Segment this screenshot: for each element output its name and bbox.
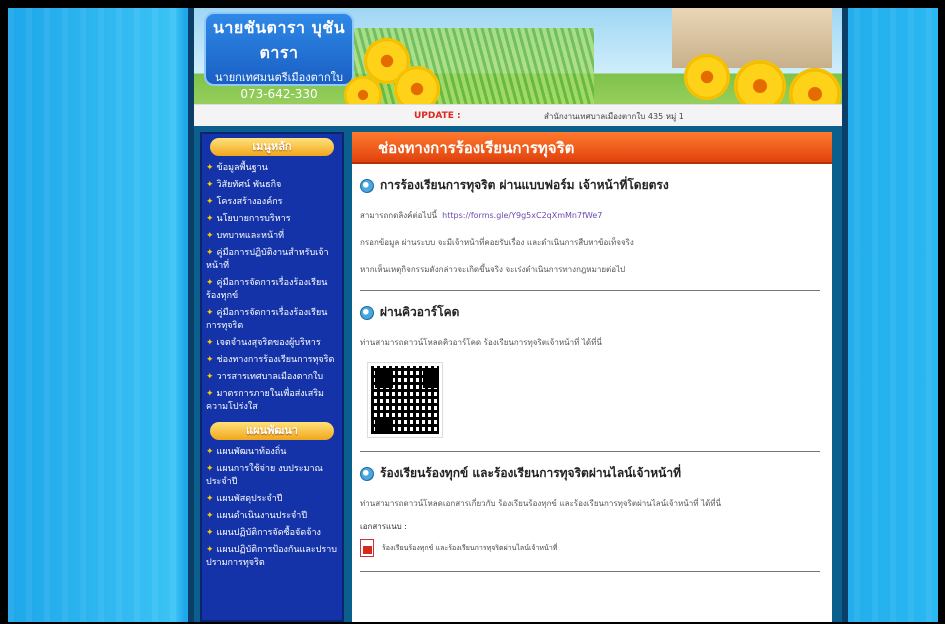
site-container: นายชันตารา บุชันตารา นายกเทศมนตรีเมืองตา…: [188, 8, 848, 622]
sidebar-item-label: แผนปฏิบัติการจัดซื้อจัดจ้าง: [216, 528, 321, 538]
star-bullet-icon: ✦: [206, 338, 214, 348]
sidebar-item-label: ข้อมูลพื้นฐาน: [216, 163, 268, 173]
paragraph: ท่านสามารถดาวน์โหลดเอกสารเกี่ยวกับ ร้องเ…: [360, 499, 722, 508]
qr-code-image[interactable]: [367, 362, 443, 438]
paragraph: สามารถกดลิงค์ต่อไปนี้ https://forms.gle/…: [360, 209, 820, 222]
sidebar-item-label: แผนปฏิบัติการป้องกันและปราบปรามการทุจริต: [206, 545, 338, 568]
main-menu-title: เมนูหลัก: [210, 138, 334, 156]
sidebar-item-policy[interactable]: ✦ นโยบายการบริหาร: [206, 211, 340, 228]
sidebar-item-roles[interactable]: ✦ บทบาทและหน้าที่: [206, 228, 340, 245]
paragraph: ท่านสามารถดาวน์โหลดคิวอาร์โคด ร้องเรียนก…: [360, 338, 602, 347]
sidebar-item-integrity[interactable]: ✦ เจตจำนงสุจริตของผู้บริหาร: [206, 335, 340, 352]
sidebar-item-budget-plan[interactable]: ✦ แผนการใช้จ่าย งบประมาณประจำปี: [206, 461, 340, 491]
star-bullet-icon: ✦: [206, 214, 214, 224]
paragraph: กรอกข้อมูล ผ่านระบบ จะมีเจ้าหน้าที่คอยรั…: [360, 238, 634, 247]
star-bullet-icon: ✦: [206, 231, 214, 241]
plan-menu-list: ✦ แผนพัฒนาท้องถิ่น ✦ แผนการใช้จ่าย งบประมา…: [202, 442, 342, 574]
circle-bullet-icon: [360, 466, 374, 481]
sidebar-item-label: วารสารเทศบาลเมืองตากใบ: [216, 372, 324, 382]
mayor-title: นายกเทศมนตรีเมืองตากใบ: [215, 71, 343, 84]
star-bullet-icon: ✦: [206, 180, 214, 190]
section-title: ร้องเรียนร้องทุกข์ และร้องเรียนการทุจริต…: [360, 464, 820, 483]
pdf-file-icon: [360, 539, 374, 557]
sidebar-item-purchase-plan[interactable]: ✦ แผนปฏิบัติการจัดซื้อจัดจ้าง: [206, 525, 340, 542]
star-bullet-icon: ✦: [206, 511, 214, 521]
star-bullet-icon: ✦: [206, 248, 214, 258]
star-bullet-icon: ✦: [206, 372, 214, 382]
sidebar-item-vision[interactable]: ✦ วิสัยทัศน์ พันธกิจ: [206, 177, 340, 194]
star-bullet-icon: ✦: [206, 545, 214, 555]
sidebar-item-label: แผนพัฒนาท้องถิ่น: [216, 447, 287, 457]
sidebar-item-label: คู่มือการจัดการเรื่องร้องเรียนการทุจริต: [206, 308, 328, 331]
section-title-text: ผ่านคิวอาร์โคด: [380, 305, 460, 319]
star-bullet-icon: ✦: [206, 464, 214, 474]
mayor-phone: 073-642-330: [240, 87, 318, 101]
sidebar-item-local-plan[interactable]: ✦ แผนพัฒนาท้องถิ่น: [206, 444, 340, 461]
star-bullet-icon: ✦: [206, 308, 214, 318]
sidebar-item-basic-info[interactable]: ✦ ข้อมูลพื้นฐาน: [206, 160, 340, 177]
link-prefix-text: สามารถกดลิงค์ต่อไปนี้: [360, 211, 438, 220]
star-bullet-icon: ✦: [206, 447, 214, 457]
sidebar-item-complaint-manual[interactable]: ✦ คู่มือการจัดการเรื่องร้องเรียนร้องทุกข์: [206, 275, 340, 305]
sidebar-item-corruption-manual[interactable]: ✦ คู่มือการจัดการเรื่องร้องเรียนการทุจริต: [206, 305, 340, 335]
sidebar-item-label: ช่องทางการร้องเรียนการทุจริต: [216, 355, 335, 365]
sidebar-item-structure[interactable]: ✦ โครงสร้างองค์กร: [206, 194, 340, 211]
page-background: นายชันตารา บุชันตารา นายกเทศมนตรีเมืองตา…: [8, 8, 938, 622]
circle-bullet-icon: [360, 178, 374, 193]
attachment-row[interactable]: ร้องเรียนร้องทุกข์ และร้องเรียนการทุจริต…: [360, 539, 820, 557]
sidebar: เมนูหลัก ✦ ข้อมูลพื้นฐาน ✦ วิสัยทัศน์ พันธ…: [200, 132, 344, 622]
sidebar-item-label: คู่มือการจัดการเรื่องร้องเรียนร้องทุกข์: [206, 278, 328, 301]
update-label: UPDATE :: [414, 111, 461, 121]
attachment-label: เอกสารแนบ :: [360, 522, 407, 531]
attachment-link[interactable]: ร้องเรียนร้องทุกข์ และร้องเรียนการทุจริต…: [382, 543, 557, 554]
star-bullet-icon: ✦: [206, 278, 214, 288]
page-title: ช่องทางการร้องเรียนการทุจริต: [352, 132, 832, 164]
mayor-info-box: นายชันตารา บุชันตารา นายกเทศมนตรีเมืองตา…: [204, 12, 354, 101]
star-bullet-icon: ✦: [206, 355, 214, 365]
sidebar-item-label: เจตจำนงสุจริตของผู้บริหาร: [216, 338, 321, 348]
paragraph: หากเห็นเหตุกิจกรรมดังกล่าวจะเกิดขึ้นจริง…: [360, 265, 626, 274]
section-title-text: การร้องเรียนการทุจริต ผ่านแบบฟอร์ม เจ้าห…: [380, 178, 669, 192]
sidebar-item-label: มาตรการภายในเพื่อส่งเสริมความโปร่งใส: [206, 389, 324, 412]
section-title: การร้องเรียนการทุจริต ผ่านแบบฟอร์ม เจ้าห…: [360, 176, 820, 195]
divider: [360, 571, 820, 572]
plan-menu-title: แผนพัฒนา: [210, 422, 334, 440]
circle-bullet-icon: [360, 305, 374, 320]
sidebar-item-complaint-channel[interactable]: ✦ ช่องทางการร้องเรียนการทุจริต: [206, 352, 340, 369]
sidebar-item-journal[interactable]: ✦ วารสารเทศบาลเมืองตากใบ: [206, 369, 340, 386]
star-bullet-icon: ✦: [206, 197, 214, 207]
google-form-link[interactable]: https://forms.gle/Y9g5xC2qXmMn7fWe7: [442, 211, 602, 220]
sidebar-item-transparency[interactable]: ✦ มาตรการภายในเพื่อส่งเสริมความโปร่งใส: [206, 386, 340, 416]
update-ticker: สำนักงานเทศบาลเมืองตากใบ 435 หมู่ 1: [544, 112, 684, 121]
star-bullet-icon: ✦: [206, 528, 214, 538]
section-title-text: ร้องเรียนร้องทุกข์ และร้องเรียนการทุจริต…: [380, 466, 682, 480]
sidebar-item-label: บทบาทและหน้าที่: [216, 231, 285, 241]
sidebar-item-label: คู่มือการปฏิบัติงานสำหรับเจ้าหน้าที่: [206, 248, 329, 271]
sidebar-item-label: โครงสร้างองค์กร: [216, 197, 283, 207]
main-menu-list: ✦ ข้อมูลพื้นฐาน ✦ วิสัยทัศน์ พันธกิจ ✦ โครง…: [202, 158, 342, 418]
sidebar-item-label: แผนดำเนินงานประจำปี: [216, 511, 308, 521]
star-bullet-icon: ✦: [206, 163, 214, 173]
sidebar-item-operation-plan[interactable]: ✦ แผนดำเนินงานประจำปี: [206, 508, 340, 525]
site-header: นายชันตารา บุชันตารา นายกเทศมนตรีเมืองตา…: [194, 8, 842, 126]
section-qr-complaint: ผ่านคิวอาร์โคด ท่านสามารถดาวน์โหลดคิวอาร…: [352, 291, 832, 452]
sidebar-item-procurement-plan[interactable]: ✦ แผนพัสดุประจำปี: [206, 491, 340, 508]
sidebar-item-label: แผนการใช้จ่าย งบประมาณประจำปี: [206, 464, 323, 487]
mayor-name: นายชันตารา บุชันตารา: [212, 18, 346, 62]
main-content: ช่องทางการร้องเรียนการทุจริต การร้องเรีย…: [352, 132, 832, 622]
sidebar-item-label: นโยบายการบริหาร: [216, 214, 291, 224]
flower-decoration: [684, 54, 730, 100]
star-bullet-icon: ✦: [206, 494, 214, 504]
section-title: ผ่านคิวอาร์โคด: [360, 303, 820, 322]
section-form-complaint: การร้องเรียนการทุจริต ผ่านแบบฟอร์ม เจ้าห…: [352, 164, 832, 291]
sidebar-item-staff-manual[interactable]: ✦ คู่มือการปฏิบัติงานสำหรับเจ้าหน้าที่: [206, 245, 340, 275]
sidebar-item-anticorruption-plan[interactable]: ✦ แผนปฏิบัติการป้องกันและปราบปรามการทุจริ…: [206, 542, 340, 572]
section-line-complaint: ร้องเรียนร้องทุกข์ และร้องเรียนการทุจริต…: [352, 452, 832, 572]
sidebar-item-label: แผนพัสดุประจำปี: [216, 494, 283, 504]
sidebar-item-label: วิสัยทัศน์ พันธกิจ: [216, 180, 282, 190]
update-bar: UPDATE : สำนักงานเทศบาลเมืองตากใบ 435 หม…: [194, 104, 842, 126]
star-bullet-icon: ✦: [206, 389, 214, 399]
